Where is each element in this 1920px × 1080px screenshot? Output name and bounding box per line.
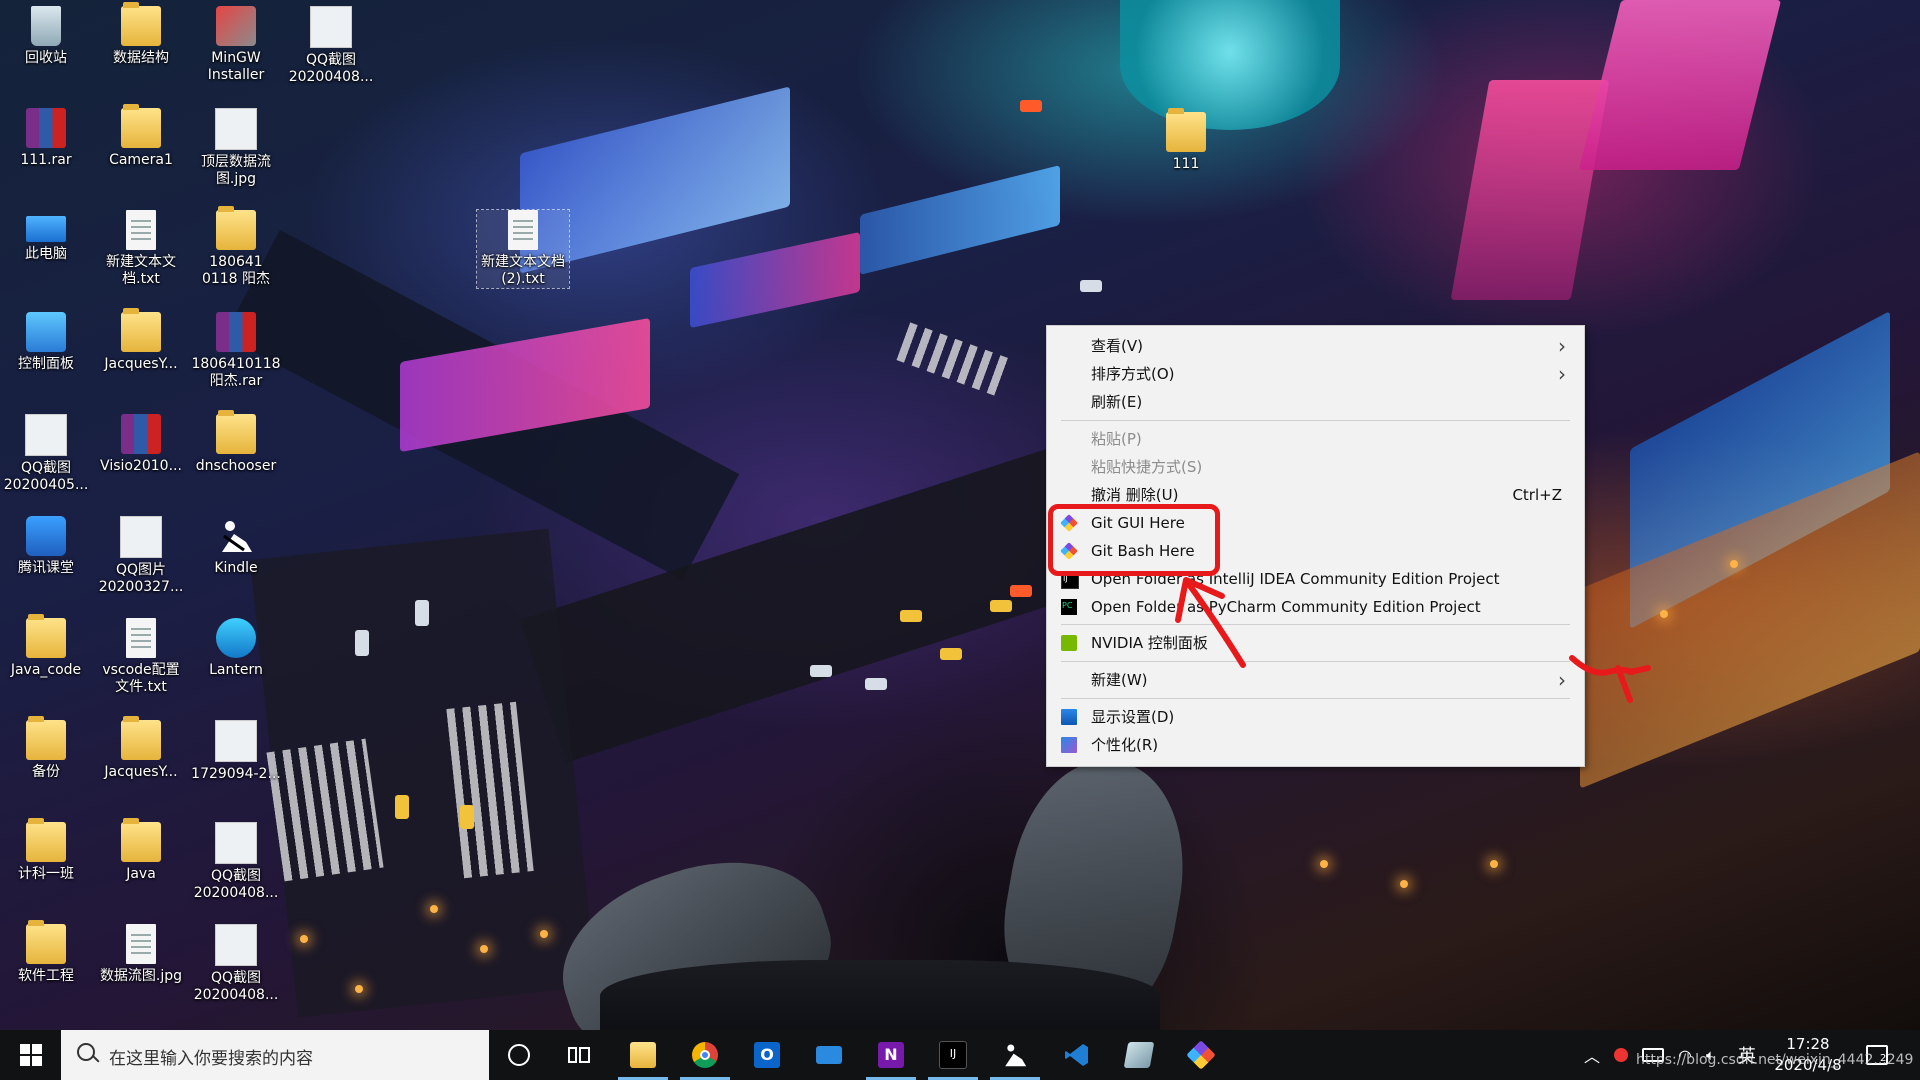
taskbar-app-chrome[interactable] xyxy=(676,1030,734,1080)
folder-icon xyxy=(630,1042,656,1068)
cortana-circle-icon xyxy=(508,1044,530,1066)
taskbar-app-intellij[interactable]: IJ xyxy=(924,1030,982,1080)
taskbar-app-mail[interactable] xyxy=(800,1030,858,1080)
outlook-icon: O xyxy=(754,1042,780,1068)
task-view-button[interactable] xyxy=(550,1030,608,1080)
taskbar-app-vscode[interactable] xyxy=(1048,1030,1106,1080)
chrome-icon xyxy=(692,1042,718,1068)
taskbar-app-onenote[interactable]: N xyxy=(862,1030,920,1080)
vscode-icon xyxy=(1065,1044,1088,1066)
chevron-up-icon: ︿ xyxy=(1584,1047,1601,1066)
sticky-icon xyxy=(1123,1042,1155,1068)
taskbar-app-git[interactable] xyxy=(1172,1030,1230,1080)
taskbar-search-box[interactable]: 在这里输入你要搜索的内容 xyxy=(61,1030,489,1080)
windows-logo-icon xyxy=(20,1044,42,1066)
onenote-icon: N xyxy=(878,1042,904,1068)
search-icon xyxy=(77,1043,95,1061)
watermark-text: https://blog.csdn.net/weixin_4442...249 xyxy=(1636,1052,1914,1068)
annotation-arrows xyxy=(1175,577,1651,703)
mail-icon xyxy=(816,1046,842,1064)
start-button[interactable] xyxy=(2,1030,60,1080)
tray-overflow-button[interactable]: ︿ xyxy=(1584,1030,1600,1080)
cortana-button[interactable] xyxy=(490,1030,548,1080)
tray-app-icon xyxy=(1614,1048,1628,1062)
git-icon xyxy=(1186,1040,1216,1070)
taskbar: 在这里输入你要搜索的内容 O N IJ ︿ ◠ 🔈︎ 英 17:28 2020/… xyxy=(0,1030,1920,1080)
search-placeholder: 在这里输入你要搜索的内容 xyxy=(109,1049,313,1069)
taskbar-app-notes[interactable] xyxy=(1110,1030,1168,1080)
tray-app-icon[interactable] xyxy=(1614,1030,1628,1080)
taskbar-app-outlook[interactable]: O xyxy=(738,1030,796,1080)
task-view-icon xyxy=(568,1047,590,1063)
taskbar-app-file-explorer[interactable] xyxy=(614,1030,672,1080)
intellij-icon: IJ xyxy=(939,1041,967,1069)
taskbar-app-kindle[interactable] xyxy=(986,1030,1044,1080)
kindle-icon xyxy=(1005,1044,1027,1067)
